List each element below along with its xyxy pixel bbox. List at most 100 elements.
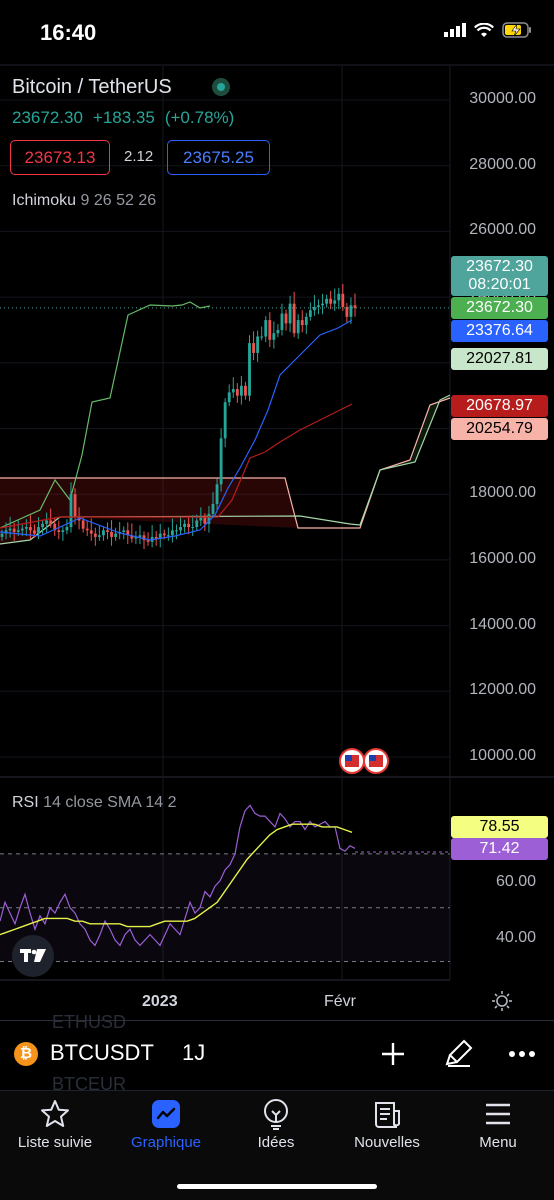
rsi-legend[interactable]: RSI 14 close SMA 14 2 [12,794,177,812]
buy-price-button[interactable]: 23675.25 [167,140,270,175]
nav-menu[interactable]: Menu [448,1098,548,1151]
rsi-name: RSI [12,794,39,811]
drawing-brush-icon[interactable] [444,1038,474,1068]
candle-body [12,528,16,532]
home-indicator [177,1184,377,1189]
price-tag-value: 23672.30 [466,299,533,316]
nav-news-label: Nouvelles [354,1134,420,1151]
candle-body [45,520,49,524]
candle-body [20,528,24,531]
candle-body [106,530,109,532]
price-axis-label: 16000.00 [469,549,536,567]
price-tag-value: 22027.81 [466,350,533,367]
nav-ideas-label: Idées [257,1134,295,1151]
candle-body [195,520,199,528]
settings-sun-icon[interactable] [491,990,513,1012]
candle-body [138,535,142,537]
price-tag-base: 20678.97 [451,395,548,417]
timeframe-selector[interactable]: 1J [182,1040,205,1066]
menu-icon [486,1103,510,1125]
nav-menu-label: Menu [479,1134,517,1151]
candle-body [81,520,85,529]
symbol-selector[interactable]: BTCUSDT [50,1040,154,1066]
price-axis-label: 12000.00 [469,681,536,699]
price-change-pct: (+0.78%) [164,108,235,127]
candle-body [93,533,97,537]
price-tag-lagging: 22027.81 [451,348,548,370]
candle-body [24,527,28,529]
candle-body [61,530,65,532]
rsi-params: 14 close SMA 14 2 [43,794,177,811]
price-tag-countdown: 08:20:01 [468,276,531,293]
candle-body [227,392,231,403]
candle-body [280,313,284,330]
add-plus-icon[interactable] [380,1041,406,1067]
candle-body [0,533,4,537]
candle-body [329,298,333,304]
candle-body [97,535,101,537]
candle-body [353,305,357,308]
candle-body [337,293,341,301]
candle-body [33,530,36,534]
candle-body [49,520,53,524]
candle-body [191,527,195,529]
news-icon [375,1102,400,1128]
nav-news[interactable]: Nouvelles [337,1098,437,1151]
candle-body [300,320,304,326]
candle-body [349,305,353,317]
star-icon [41,1100,69,1127]
candle-body [110,531,113,537]
candle-body [166,535,170,537]
flag-canton [345,755,352,761]
candle-body [122,530,126,532]
nav-divider [0,1090,554,1091]
candle-body [248,343,251,396]
candle-body [102,530,105,536]
candle-body [268,320,272,340]
candle-body [244,385,247,396]
tradingview-logo-icon[interactable] [12,935,54,977]
candle-body [8,528,12,531]
candle-body [296,320,300,334]
candle-body [146,540,150,542]
price-axis-label: 26000.00 [469,221,536,239]
candle-body [272,333,276,340]
x-axis-2023: 2023 [142,993,178,1010]
candle-body [321,303,324,306]
candle-body [114,533,118,537]
candle-body [179,527,182,531]
candle-body [199,517,203,521]
candle-body [187,523,191,528]
price-tag-value: 20254.79 [466,420,533,437]
candle-body [235,389,239,396]
market-open-icon [212,78,230,96]
candle-body [288,303,292,324]
candle-body [175,530,178,532]
candle-body [264,320,268,337]
candle-body [28,527,32,531]
rsi-value-tag: 78.55 [451,816,548,838]
sell-price-button[interactable]: 23673.13 [10,140,110,175]
ichimoku-legend[interactable]: Ichimoku 9 26 52 26 [12,192,156,210]
candle-body [341,293,345,307]
candle-body [170,530,174,536]
candle-body [239,385,243,396]
candle-body [73,494,77,518]
candle-body [284,313,288,324]
candle-body [57,530,61,532]
candle-body [345,306,349,317]
more-options-icon[interactable] [508,1050,536,1058]
nav-watchlist[interactable]: Liste suivie [5,1098,105,1151]
price-tag-close: 23672.30 [451,297,548,319]
price-tag-value: 20678.97 [466,397,533,414]
nav-chart[interactable]: Graphique [116,1098,216,1151]
price-tag-last: 23672.30 08:20:01 [451,256,548,296]
candle-body [142,535,146,541]
price-axis-label: 10000.00 [469,747,536,764]
candle-body [313,306,316,311]
spread-value: 2.12 [124,148,154,165]
nav-ideas[interactable]: Idées [226,1098,326,1151]
symbol-title[interactable]: Bitcoin / TetherUS [12,76,172,99]
candle-body [211,504,215,514]
candle-body [85,528,89,531]
